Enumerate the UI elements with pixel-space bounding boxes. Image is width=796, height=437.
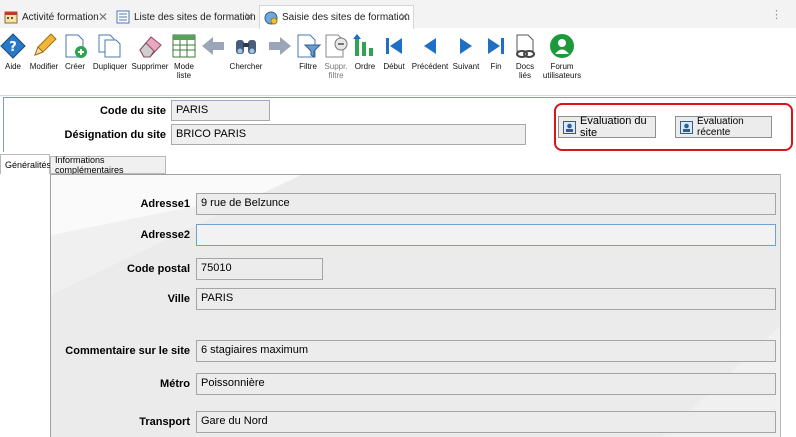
first-record-icon — [380, 32, 408, 60]
subtab-bar: Généralités Informations complémentaires — [0, 154, 796, 175]
tab-label: Liste des sites de formation — [134, 11, 256, 23]
ville-field[interactable]: PARIS — [196, 288, 776, 310]
linked-documents-icon — [511, 32, 539, 60]
evaluation-icon — [563, 120, 576, 134]
filter-icon — [294, 32, 322, 60]
list-icon — [116, 10, 130, 24]
binoculars-icon — [232, 32, 260, 60]
pencil-icon — [30, 32, 58, 60]
calendar-icon — [4, 10, 18, 24]
commentaire-field[interactable]: 6 stagiaires maximum — [196, 340, 776, 362]
adresse1-field[interactable]: 9 rue de Belzunce — [196, 193, 776, 215]
toolbar: ? Aide Modifier Créer Dupliquer Supprime… — [0, 29, 796, 87]
adresse1-label: Adresse1 — [140, 198, 190, 210]
chercher-button[interactable]: Chercher — [227, 32, 265, 71]
dupliquer-button[interactable]: Dupliquer — [90, 32, 130, 71]
tab-generalites[interactable]: Généralités — [0, 154, 51, 174]
tab-saisie-sites[interactable]: Saisie des sites de formation ✕ — [259, 5, 414, 29]
code-postal-label: Code postal — [127, 263, 190, 275]
toolbar-separator — [0, 95, 796, 96]
tab-activite-formation[interactable]: Activité formation ✕ — [0, 6, 112, 28]
evaluation-recente-button[interactable]: Evaluation récente — [675, 116, 772, 138]
code-site-field[interactable]: PARIS — [171, 100, 270, 121]
forum-users-icon — [548, 32, 576, 60]
adresse2-label: Adresse2 — [140, 229, 190, 241]
modifier-button[interactable]: Modifier — [26, 32, 62, 71]
tab-label: Saisie des sites de formation — [282, 12, 410, 23]
code-postal-field[interactable]: 75010 — [196, 258, 323, 280]
document-tab-bar: Activité formation ✕ Liste des sites de … — [0, 0, 796, 29]
tab-informations-complementaires[interactable]: Informations complémentaires — [50, 155, 166, 175]
ville-label: Ville — [167, 293, 190, 305]
eraser-icon — [136, 32, 164, 60]
metro-label: Métro — [160, 378, 190, 390]
arrow-left-icon — [199, 32, 227, 60]
code-site-label: Code du site — [99, 105, 166, 117]
filtre-button[interactable]: Filtre — [294, 32, 322, 71]
tab-label: Activité formation — [22, 11, 99, 23]
back-arrow-button[interactable] — [199, 32, 227, 62]
supprimer-button[interactable]: Supprimer — [130, 32, 170, 71]
overflow-icon[interactable]: ⋮ — [771, 8, 782, 21]
suppr-filtre-button[interactable]: Suppr. filtre — [322, 32, 350, 80]
designation-site-field[interactable]: BRICO PARIS — [171, 124, 526, 145]
evaluation-icon — [680, 120, 693, 134]
aide-button[interactable]: ? Aide — [0, 32, 27, 71]
ordre-button[interactable]: Ordre — [352, 32, 378, 71]
transport-field[interactable]: Gare du Nord — [196, 411, 776, 433]
content-right-border — [780, 174, 781, 437]
remove-filter-icon — [322, 32, 350, 60]
help-icon: ? — [0, 32, 27, 60]
close-icon[interactable]: ✕ — [98, 10, 108, 24]
suivant-button[interactable]: Suivant — [451, 32, 481, 71]
forward-arrow-button[interactable] — [266, 32, 294, 62]
metro-field[interactable]: Poissonnière — [196, 373, 776, 395]
evaluation-site-button[interactable]: Evaluation du site — [558, 115, 656, 139]
sort-icon — [351, 32, 379, 60]
site-form-icon — [264, 11, 278, 25]
commentaire-label: Commentaire sur le site — [65, 345, 190, 357]
docs-lies-button[interactable]: Docs liés — [512, 32, 538, 80]
table-list-icon — [170, 32, 198, 60]
duplicate-icon — [96, 32, 124, 60]
arrow-right-icon — [266, 32, 294, 60]
last-record-icon — [482, 32, 510, 60]
debut-button[interactable]: Début — [380, 32, 408, 71]
creer-button[interactable]: Créer — [63, 32, 87, 71]
next-icon — [452, 32, 480, 60]
fin-button[interactable]: Fin — [483, 32, 509, 71]
adresse2-field[interactable] — [196, 224, 776, 246]
new-document-icon — [61, 32, 89, 60]
mode-liste-button[interactable]: Mode liste — [171, 32, 197, 80]
close-icon[interactable]: ✕ — [244, 10, 254, 24]
designation-site-label: Désignation du site — [64, 129, 166, 141]
precedent-button[interactable]: Précédent — [410, 32, 450, 71]
previous-icon — [416, 32, 444, 60]
forum-button[interactable]: Forum utilisateurs — [540, 32, 584, 80]
tab-liste-sites[interactable]: Liste des sites de formation ✕ — [112, 6, 258, 28]
svg-text:?: ? — [9, 40, 17, 55]
close-icon[interactable]: ✕ — [399, 10, 409, 24]
transport-label: Transport — [139, 416, 190, 428]
